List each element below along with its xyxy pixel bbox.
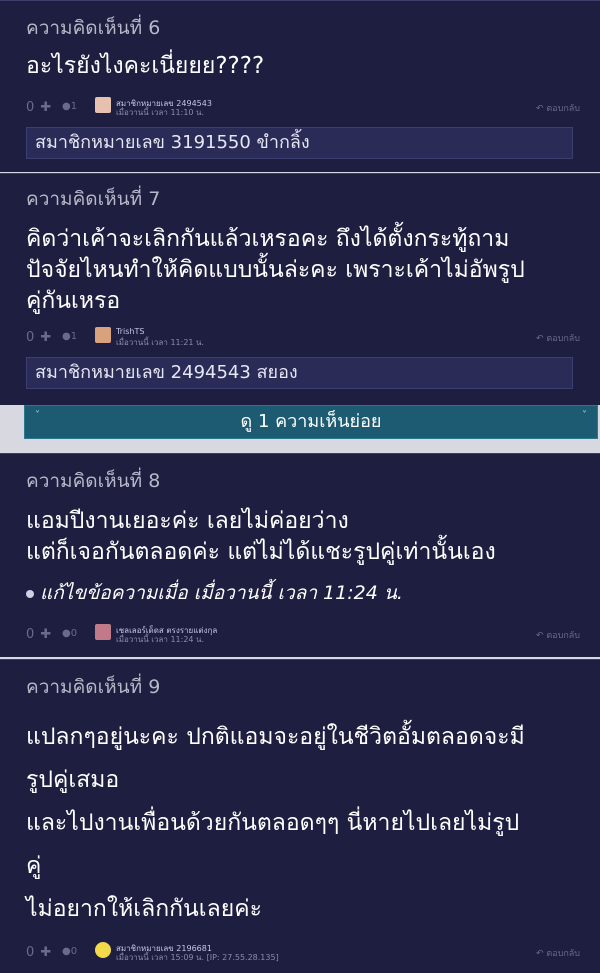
- reply-count: ●1: [62, 101, 78, 112]
- avatar[interactable]: [95, 624, 111, 640]
- reply-label: ตอบกลับ: [546, 334, 580, 344]
- comment-line: แปลกๆอยู่นะคะ ปกติแอมจะอยู่ในชีวิตอั้มตล…: [26, 724, 525, 750]
- comment-meta: 0 ✚ ●0 สมาชิกหมายเลข 2196681 เมื่อวานนี้…: [26, 942, 580, 964]
- reply-count: ●0: [62, 946, 78, 957]
- comment-number: ความคิดเห็นที่ 6: [26, 17, 161, 39]
- edit-text: แก้ไขข้อความเมื่อ เมื่อวานนี้ เวลา 11:24…: [40, 582, 403, 604]
- sub-reply-preview[interactable]: สมาชิกหมายเลข 2494543 สยอง: [26, 357, 573, 389]
- timestamp: เมื่อวานนี้ เวลา 11:10 น.: [116, 108, 205, 117]
- chevron-down-icon: ˅: [35, 410, 40, 421]
- edit-note: แก้ไขข้อความเมื่อ เมื่อวานนี้ เวลา 11:24…: [26, 578, 403, 608]
- comment-line: รูปคู่เสมอ: [26, 767, 120, 793]
- vote-button[interactable]: 0 ✚: [26, 100, 52, 115]
- expand-replies-button[interactable]: ˅ ดู 1 ความเห็นย่อย ˅: [24, 405, 598, 439]
- reply-button[interactable]: ↶ ตอบกลับ: [536, 946, 580, 960]
- chevron-down-icon: ˅: [582, 410, 587, 421]
- comment-line: คิดว่าเค้าจะเลิกกันแล้วเหรอคะ ถึงได้ตั้ง…: [26, 226, 510, 252]
- comment-line: และไปงานเพื่อนด้วยกันตลอดๆๆ นี่หายไปเลยไ…: [26, 810, 520, 836]
- expand-label: ดู 1 ความเห็นย่อย: [240, 411, 382, 432]
- vote-button[interactable]: 0 ✚: [26, 330, 52, 345]
- comment-line: คู่: [26, 853, 42, 879]
- comment-number: ความคิดเห็นที่ 9: [26, 676, 161, 698]
- comment-meta: 0 ✚ ●1 สมาชิกหมายเลข 2494543 เมื่อวานนี้…: [26, 97, 580, 119]
- reply-label: ตอบกลับ: [546, 104, 580, 114]
- reply-count: ●0: [62, 628, 78, 639]
- timestamp: เมื่อวานนี้ เวลา 15:09 น. [IP: 27.55.28.…: [116, 953, 279, 962]
- comment-body: แอมปีงานเยอะค่ะ เลยไม่ค่อยว่าง แต่ก็เจอก…: [26, 506, 580, 568]
- comment-body: อะไรยังไงคะเนี่ยยย????: [26, 51, 580, 82]
- comment-body: คิดว่าเค้าจะเลิกกันแล้วเหรอคะ ถึงได้ตั้ง…: [26, 224, 580, 317]
- comment-meta: 0 ✚ ●1 TrishTS เมื่อวานนี้ เวลา 11:21 น.…: [26, 327, 580, 349]
- reply-count: ●1: [62, 331, 78, 342]
- comment-card: ความคิดเห็นที่ 8 แอมปีงานเยอะค่ะ เลยไม่ค…: [0, 453, 600, 657]
- reply-button[interactable]: ↶ ตอบกลับ: [536, 101, 580, 115]
- edit-icon: [26, 589, 34, 598]
- comment-card: ความคิดเห็นที่ 6 อะไรยังไงคะเนี่ยยย???? …: [0, 0, 600, 172]
- reply-label: ตอบกลับ: [546, 631, 580, 641]
- reply-button[interactable]: ↶ ตอบกลับ: [536, 628, 580, 642]
- reply-label: ตอบกลับ: [546, 949, 580, 959]
- username-link[interactable]: TrishTS: [116, 327, 144, 336]
- vote-button[interactable]: 0 ✚: [26, 627, 52, 642]
- comment-meta: 0 ✚ ●0 เชลเลอร์เด็ดส ตรงรายแต่งกุล เมื่อ…: [26, 624, 580, 646]
- reply-button[interactable]: ↶ ตอบกลับ: [536, 331, 580, 345]
- comment-card: ความคิดเห็นที่ 7 คิดว่าเค้าจะเลิกกันแล้ว…: [0, 173, 600, 405]
- comment-line: แอมปีงานเยอะค่ะ เลยไม่ค่อยว่าง: [26, 508, 349, 534]
- sub-reply-preview[interactable]: สมาชิกหมายเลข 3191550 ขำกลิ้ง: [26, 127, 573, 159]
- comment-body: แปลกๆอยู่นะคะ ปกติแอมจะอยู่ในชีวิตอั้มตล…: [26, 716, 580, 931]
- avatar[interactable]: [95, 97, 111, 113]
- comment-number: ความคิดเห็นที่ 7: [26, 188, 161, 210]
- comment-line: แต่ก็เจอกันตลอดค่ะ แต่ไม่ได้แชะรูปคู่เท่…: [26, 539, 496, 565]
- comment-line: ปัจจัยไหนทำให้คิดแบบนั้นล่ะคะ เพราะเค้าไ…: [26, 257, 525, 283]
- comment-line: คู่กันเหรอ: [26, 288, 121, 314]
- comment-line: ไม่อยากให้เลิกกันเลยค่ะ: [26, 896, 262, 922]
- comment-number: ความคิดเห็นที่ 8: [26, 470, 161, 492]
- comment-line: อะไรยังไงคะเนี่ยยย????: [26, 53, 265, 79]
- avatar[interactable]: [95, 327, 111, 343]
- avatar[interactable]: [95, 942, 111, 958]
- vote-button[interactable]: 0 ✚: [26, 945, 52, 960]
- comment-card: ความคิดเห็นที่ 9 แปลกๆอยู่นะคะ ปกติแอมจะ…: [0, 659, 600, 973]
- timestamp: เมื่อวานนี้ เวลา 11:24 น.: [116, 635, 205, 644]
- timestamp: เมื่อวานนี้ เวลา 11:21 น.: [116, 338, 205, 347]
